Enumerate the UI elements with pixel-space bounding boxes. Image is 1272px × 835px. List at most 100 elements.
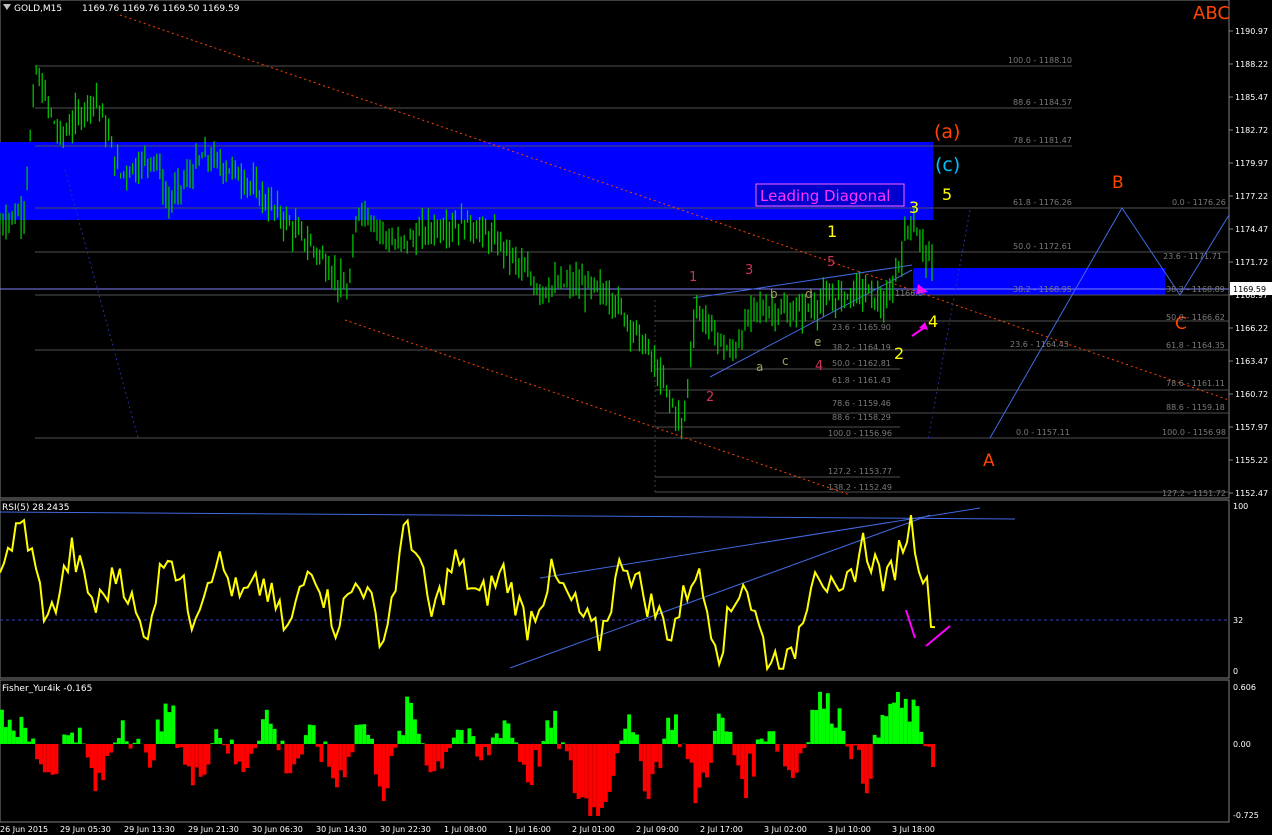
fisher-bar [327, 744, 332, 767]
fisher-bar [728, 732, 733, 744]
fisher-bar [635, 734, 639, 744]
fisher-bar [97, 744, 102, 773]
fisher-bar [155, 719, 160, 744]
trading-chart[interactable]: Leading Diagonal (a) (c) 5 3 1 4 2 1 3 5… [0, 0, 1272, 835]
fisher-bar [888, 703, 893, 744]
sub-e: e [814, 335, 821, 349]
fisher-bar [666, 717, 671, 744]
fisher-bar [931, 744, 935, 767]
fib-right-3: 50.0 - 1166.62 [1166, 313, 1225, 322]
fisher-bar [315, 744, 320, 747]
fisher-bar [479, 744, 484, 761]
fib-mid-4: 78.6 - 1159.46 [832, 399, 891, 408]
fisher-bar [85, 744, 90, 758]
fisher-bar [736, 744, 741, 766]
fisher-bar [39, 744, 43, 765]
fisher-bar [280, 740, 285, 744]
fib-mid-3: 61.8 - 1161.43 [832, 376, 891, 385]
fisher-bar [183, 744, 187, 765]
fib-mid-5: 88.6 - 1158.29 [832, 413, 891, 422]
fisher-bar [522, 744, 526, 765]
fisher-bar [674, 714, 678, 744]
fisher-bar [214, 729, 219, 744]
chart-canvas[interactable]: Leading Diagonal (a) (c) 5 3 1 4 2 1 3 5… [0, 0, 1272, 835]
fisher-bar [502, 720, 507, 744]
fisher-bar [818, 691, 822, 744]
rsi-label: RSI(5) 28.2435 [2, 503, 69, 513]
fib-right-7: 100.0 - 1156.98 [1162, 428, 1226, 437]
fisher-bar [136, 738, 141, 744]
time-tick-label: 30 Jun 06:30 [252, 825, 303, 834]
fisher-bar [763, 741, 768, 744]
fisher-bar [802, 744, 807, 748]
yellow-4: 4 [928, 312, 938, 331]
fisher-bar [27, 741, 32, 744]
rsi-series-line [0, 515, 936, 672]
fisher-bar [564, 744, 569, 752]
fisher-bar [642, 744, 647, 792]
fib-right-8: 127.2 - 1151.72 [1162, 489, 1226, 498]
fib-mid-2: 50.0 - 1162.81 [832, 359, 891, 368]
price-tick-label: 1152.47 [1235, 489, 1268, 498]
fisher-bar [868, 744, 873, 779]
red-3: 3 [745, 263, 753, 278]
fisher-bar [420, 743, 425, 744]
fisher-bar [483, 744, 487, 747]
price-tick-label: 1182.72 [1235, 126, 1268, 135]
fisher-bar [46, 744, 51, 773]
fib-right-5: 78.6 - 1161.11 [1166, 379, 1225, 388]
fisher-bar [374, 744, 378, 775]
fisher-bar [487, 744, 491, 756]
fisher-bar [771, 731, 776, 744]
fisher-bar [128, 744, 133, 749]
fisher-bar [553, 710, 558, 744]
red-4: 4 [815, 359, 823, 374]
rsi-trend-low [509, 514, 931, 669]
fisher-bar [744, 744, 748, 798]
sub-b: b [770, 287, 778, 301]
fisher-bar [748, 744, 752, 754]
fisher-bar [292, 744, 297, 765]
fisher-bar [319, 744, 324, 762]
fisher-bar [919, 731, 924, 744]
fisher-histogram [0, 691, 935, 816]
fisher-bar [911, 699, 916, 744]
fisher-bar [537, 744, 542, 767]
fisher-bar [163, 703, 168, 744]
fisher-bar [241, 744, 246, 772]
fisher-bar [335, 744, 339, 788]
fisher-bar [81, 743, 86, 744]
fisher-bar [876, 737, 881, 744]
fisher-bar [724, 731, 729, 744]
fisher-bar [596, 744, 600, 816]
chevron-down-icon[interactable] [3, 4, 11, 10]
fisher-bar [175, 744, 180, 748]
fisher-bar [397, 730, 402, 744]
fisher-bar [303, 735, 308, 744]
fisher-bar [198, 744, 203, 777]
magenta-arrow-2-head [919, 322, 928, 330]
rsi-arrow-up [925, 625, 951, 647]
fisher-bar [451, 737, 456, 744]
fisher-bar [62, 734, 67, 744]
red-5: 5 [827, 255, 835, 270]
fisher-bar [572, 744, 577, 794]
fisher-bar [268, 723, 273, 744]
fisher-bar [276, 744, 281, 751]
fisher-bar [463, 743, 468, 744]
fisher-bar [759, 738, 764, 744]
fisher-bar [506, 723, 511, 744]
fisher-bar [116, 738, 121, 744]
fisher-bar [237, 744, 242, 762]
fib-left-3: 61.8 - 1176.26 [1013, 198, 1072, 207]
fisher-bar [210, 743, 215, 744]
fisher-bar [518, 744, 522, 762]
fisher-bar [716, 713, 721, 744]
fisher-bar [424, 744, 429, 766]
fisher-bar [705, 744, 709, 778]
fisher-bar [611, 744, 616, 776]
yellow-1: 1 [827, 222, 837, 241]
fisher-bar [229, 739, 234, 744]
fisher-bar [607, 744, 612, 792]
fisher-bar [853, 744, 858, 746]
